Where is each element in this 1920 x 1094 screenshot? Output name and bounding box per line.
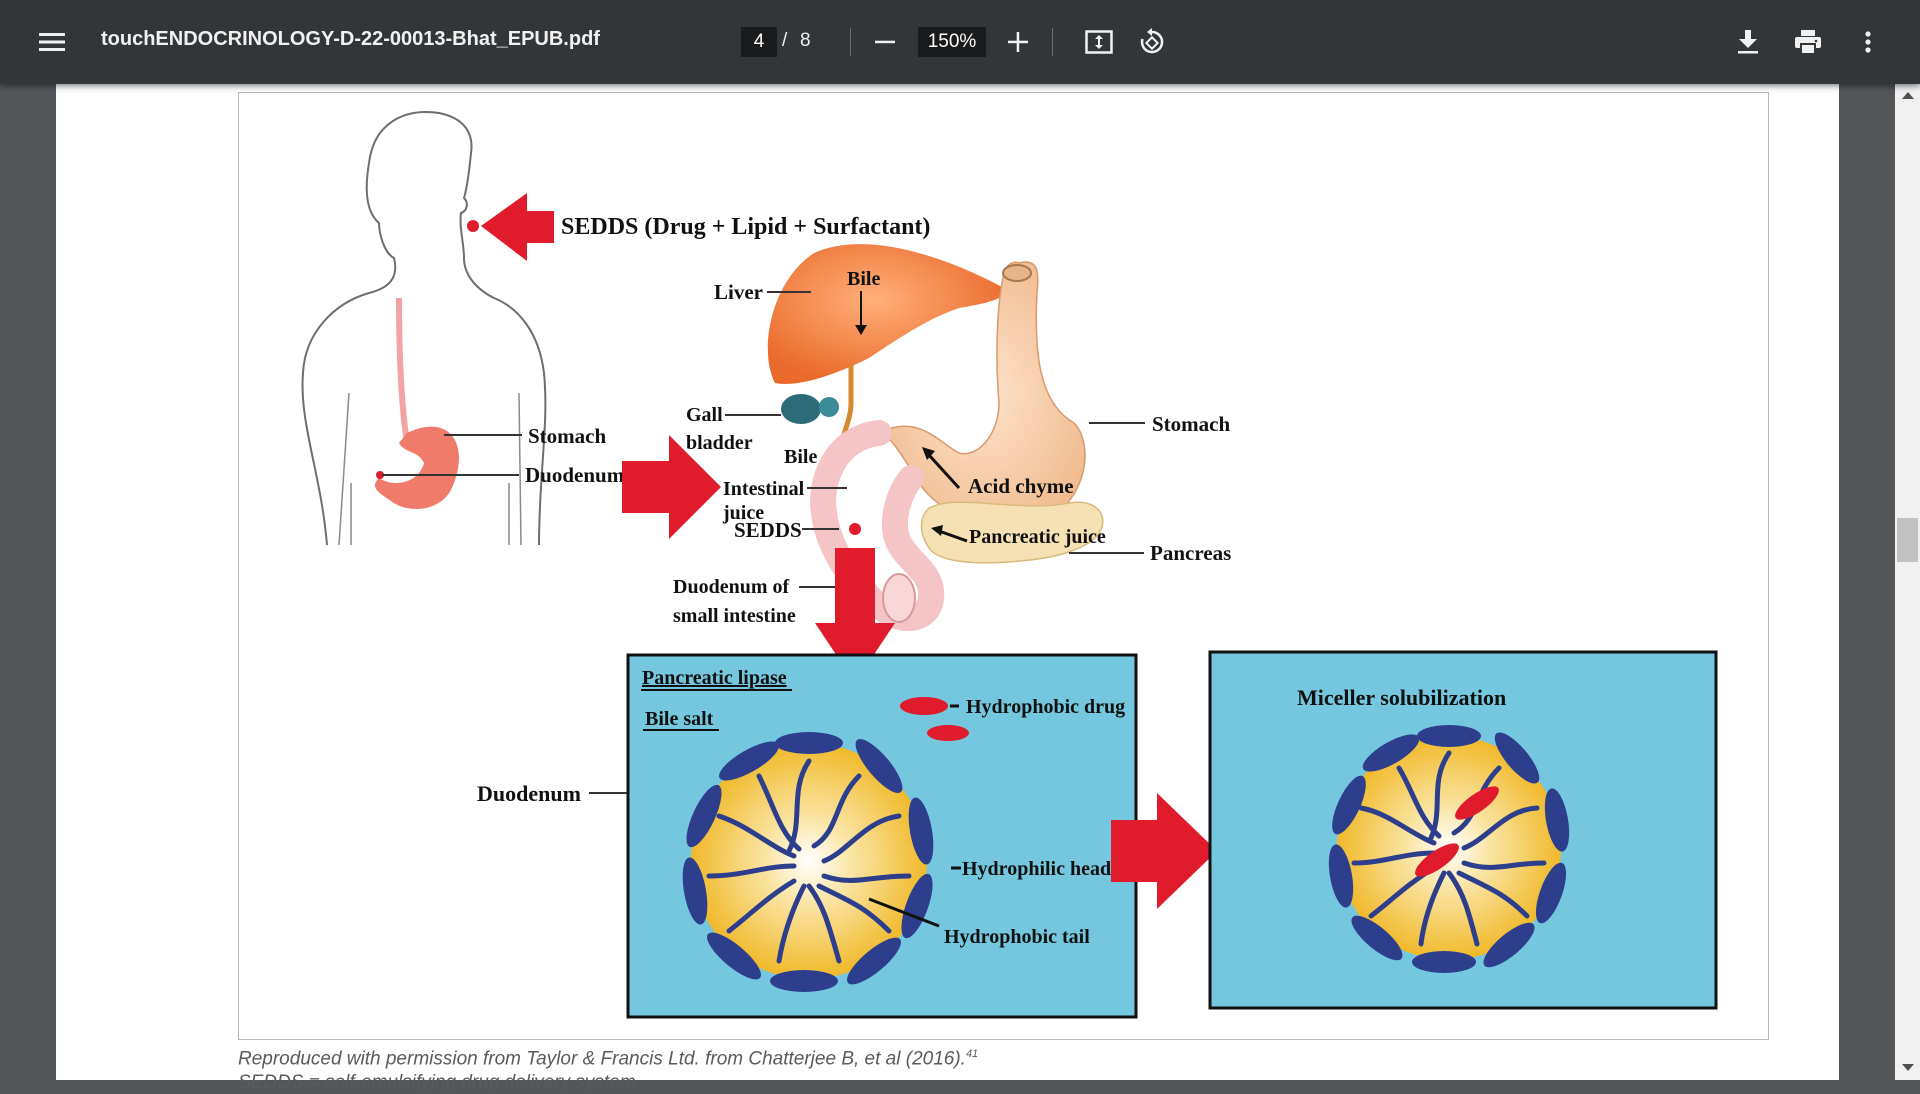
pdf-toolbar: touchENDOCRINOLOGY-D-22-00013-Bhat_EPUB.… [0, 0, 1920, 84]
duodenum-left-label: Duodenum [525, 463, 625, 487]
download-icon[interactable] [1730, 24, 1766, 60]
liver [767, 244, 1005, 384]
total-pages: 8 [800, 30, 811, 51]
vertical-scrollbar[interactable] [1895, 84, 1920, 1080]
rotate-icon[interactable] [1134, 24, 1170, 60]
duodenum-bottom-label: Duodenum [477, 781, 581, 806]
pdf-page: SEDDS (Drug + Lipid + Surfactant) Stomac… [56, 84, 1839, 1093]
pancreatic-lipase-label: Pancreatic lipase [642, 667, 787, 689]
gall-label-1: Gall [686, 404, 723, 426]
toolbar-divider [850, 28, 851, 56]
sedds-arrow [481, 193, 554, 261]
gall-label-2: bladder [686, 432, 753, 454]
body-stomach [374, 426, 459, 509]
sedds-label: SEDDS (Drug + Lipid + Surfactant) [561, 214, 930, 240]
bile-top-label: Bile [847, 268, 880, 290]
intestinal-label-1: Intestinal [723, 478, 805, 500]
pdf-viewer: SEDDS (Drug + Lipid + Surfactant) Stomac… [0, 84, 1920, 1093]
more-vert-icon[interactable] [1850, 24, 1886, 60]
hydrophobic-tail-label: Hydrophobic tail [944, 926, 1090, 948]
caption-text: Reproduced with permission from Taylor &… [238, 1048, 966, 1070]
bile-salt-label: Bile salt [645, 708, 714, 730]
page-number-input[interactable]: 4 [741, 27, 777, 57]
document-title: touchENDOCRINOLOGY-D-22-00013-Bhat_EPUB.… [101, 28, 600, 50]
figure-frame: SEDDS (Drug + Lipid + Surfactant) Stomac… [238, 92, 1769, 1040]
abbreviation-note: SEDDS = self-emulsifying drug delivery s… [238, 1072, 641, 1093]
hydrophobic-drug-label: Hydrophobic drug [966, 696, 1125, 718]
scroll-down-arrow-icon[interactable] [1902, 1064, 1914, 1071]
miceller-label: Miceller solubilization [1297, 685, 1506, 710]
plus-icon[interactable] [1003, 27, 1033, 57]
gall-bladder [781, 394, 821, 424]
body-esophagus [396, 297, 410, 444]
bile-mid-label: Bile [784, 446, 817, 468]
page-separator: / [782, 30, 788, 51]
pancreas-label: Pancreas [1150, 541, 1231, 565]
print-icon[interactable] [1790, 24, 1826, 60]
figure-caption: Reproduced with permission from Taylor &… [238, 1048, 978, 1070]
stomach-right-label: Stomach [1152, 412, 1230, 436]
fit-page-icon[interactable] [1081, 24, 1117, 60]
figure-image: SEDDS (Drug + Lipid + Surfactant) Stomac… [301, 111, 1718, 1019]
caption-reference[interactable]: 41 [966, 1048, 978, 1060]
toolbar-divider [1052, 28, 1053, 56]
minus-icon[interactable] [870, 27, 900, 57]
duodenum-small-label-1: Duodenum of [673, 576, 789, 598]
zoom-level-input[interactable]: 150% [918, 27, 986, 57]
duodenum-small-label-2: small intestine [673, 605, 796, 627]
hydrophilic-head-label: Hydrophilic head [962, 858, 1111, 880]
menu-icon[interactable] [34, 24, 70, 60]
acid-chyme-label: Acid chyme [968, 474, 1074, 498]
scroll-up-arrow-icon[interactable] [1902, 92, 1914, 99]
stomach-left-label: Stomach [528, 424, 606, 448]
liver-label: Liver [714, 280, 763, 304]
pancreatic-juice-label: Pancreatic juice [969, 526, 1106, 548]
sedds-small-label: SEDDS [734, 518, 802, 542]
scrollbar-thumb[interactable] [1897, 518, 1918, 562]
